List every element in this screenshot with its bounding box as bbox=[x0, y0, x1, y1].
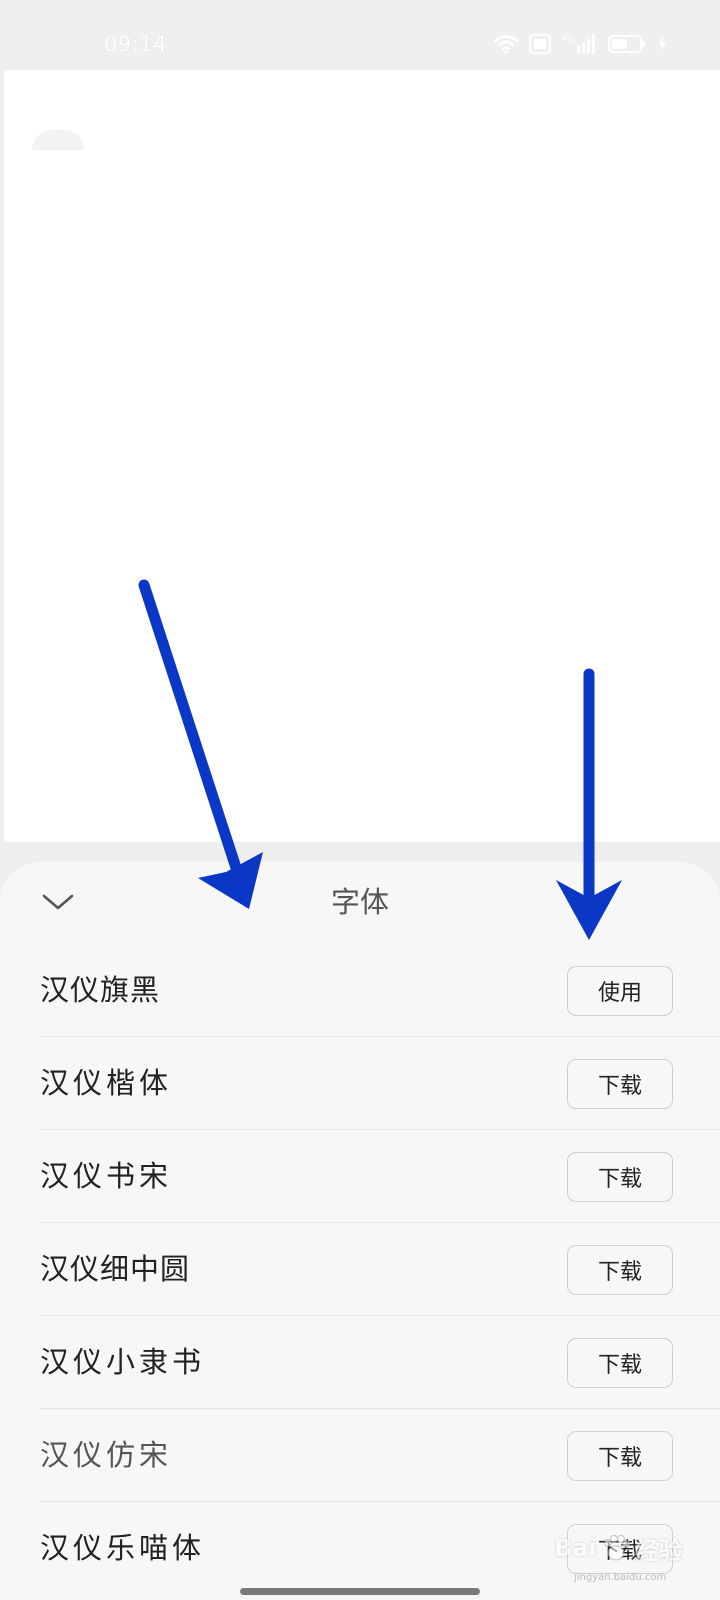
document-canvas[interactable] bbox=[4, 70, 720, 842]
home-indicator[interactable] bbox=[240, 1588, 480, 1595]
font-item-shusong[interactable]: 汉仪书宋 下载 bbox=[0, 1130, 720, 1223]
download-font-button[interactable]: 下载 bbox=[567, 1152, 673, 1202]
font-name: 汉仪乐喵体 bbox=[40, 1531, 206, 1565]
font-item-xiaolishu[interactable]: 汉仪小隶书 下载 bbox=[0, 1316, 720, 1409]
status-icons: 4G bbox=[493, 34, 668, 54]
signal-label: 4G bbox=[561, 34, 574, 44]
signal-icon bbox=[577, 35, 595, 53]
download-font-button[interactable]: 下载 bbox=[567, 1059, 673, 1109]
font-item-qihei[interactable]: 汉仪旗黑 使用 bbox=[0, 944, 720, 1037]
font-name: 汉仪书宋 bbox=[40, 1159, 173, 1193]
hd-icon bbox=[529, 34, 552, 54]
download-font-button[interactable]: 下载 bbox=[567, 1245, 673, 1295]
download-font-button[interactable]: 下载 bbox=[567, 1524, 673, 1574]
battery-icon bbox=[608, 35, 645, 53]
font-item-kaiti[interactable]: 汉仪楷体 下载 bbox=[0, 1037, 720, 1130]
font-name: 汉仪小隶书 bbox=[40, 1345, 206, 1379]
font-name: 汉仪楷体 bbox=[40, 1066, 173, 1100]
download-font-button[interactable]: 下载 bbox=[567, 1431, 673, 1481]
font-item-lemiaoti[interactable]: 汉仪乐喵体 下载 bbox=[0, 1502, 720, 1595]
wifi-icon bbox=[493, 35, 519, 54]
download-font-button[interactable]: 下载 bbox=[567, 1338, 673, 1388]
canvas-corner-decoration bbox=[32, 130, 84, 150]
status-bar: 09:14 4G bbox=[0, 0, 720, 70]
font-name: 汉仪细中圆 bbox=[40, 1252, 191, 1286]
sheet-header: 字体 bbox=[0, 862, 720, 944]
charging-icon bbox=[658, 35, 666, 53]
sheet-title: 字体 bbox=[330, 885, 389, 919]
font-bottom-sheet: 字体 汉仪旗黑 使用 汉仪楷体 下载 汉仪书宋 下载 汉仪细中圆 下载 汉仪小隶… bbox=[0, 862, 720, 1600]
use-font-button[interactable]: 使用 bbox=[567, 966, 673, 1016]
font-list: 汉仪旗黑 使用 汉仪楷体 下载 汉仪书宋 下载 汉仪细中圆 下载 汉仪小隶书 下… bbox=[0, 944, 720, 1595]
font-name: 汉仪旗黑 bbox=[40, 973, 161, 1007]
status-time: 09:14 bbox=[104, 32, 168, 56]
font-name: 汉仪仿宋 bbox=[40, 1438, 173, 1472]
font-item-xizhongyuan[interactable]: 汉仪细中圆 下载 bbox=[0, 1223, 720, 1316]
font-item-fangsong[interactable]: 汉仪仿宋 下载 bbox=[0, 1409, 720, 1502]
